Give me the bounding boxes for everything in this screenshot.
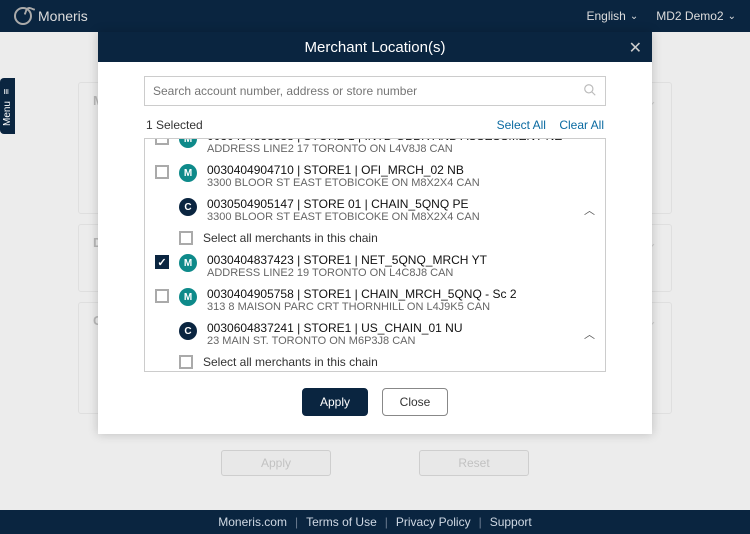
row-address: ADDRESS LINE2 19 TORONTO ON L4C8J8 CAN (207, 267, 595, 279)
row-address: 3300 BLOOR ST EAST ETOBICOKE ON M8X2X4 C… (207, 211, 574, 223)
row-text: 0030604837241 | STORE1 | US_CHAIN_01 NU2… (207, 321, 574, 347)
chain-subrow[interactable]: Select all merchants in this chain (145, 227, 605, 249)
merchant-locations-modal: Merchant Location(s) ✕ 1 Selected Select… (98, 32, 652, 434)
location-row[interactable]: ✓ M 0030404837423 | STORE1 | NET_5QNQ_MRCH… (145, 249, 605, 283)
select-chain-label: Select all merchants in this chain (203, 231, 378, 245)
selected-count: 1 Selected (146, 118, 203, 132)
side-menu-tab[interactable]: Menu ≡ (0, 78, 15, 134)
checkbox[interactable] (155, 138, 169, 145)
row-address: 313 8 MAISON PARC CRT THORNHILL ON L4J9K… (207, 301, 595, 313)
row-text: 0030404904710 | STORE1 | OFI_MRCH_02 NB3… (207, 163, 595, 189)
close-button[interactable]: Close (382, 388, 448, 416)
header-right: English⌄ MD2 Demo2⌄ (587, 9, 737, 23)
checkbox[interactable] (179, 231, 193, 245)
row-address: ADDRESS LINE2 17 TORONTO ON L4V8J8 CAN (207, 143, 595, 155)
row-title: 0030404905758 | STORE1 | CHAIN_MRCH_5QNQ… (207, 287, 595, 301)
chevron-down-icon: ⌄ (630, 11, 638, 22)
list-toolbar: 1 Selected Select All Clear All (144, 114, 606, 138)
locations-list[interactable]: M 0030404883338 | STORE 1 | INTD GBBR AND… (144, 138, 606, 372)
modal-body: 1 Selected Select All Clear All M 0030404… (98, 62, 652, 434)
row-title: 0030604837241 | STORE1 | US_CHAIN_01 NU (207, 321, 574, 335)
row-text: 0030404883338 | STORE 1 | INTD GBBR AND … (207, 138, 595, 155)
row-text: 0030404905758 | STORE1 | CHAIN_MRCH_5QNQ… (207, 287, 595, 313)
footer-link[interactable]: Support (490, 515, 532, 529)
brand: Moneris (14, 7, 88, 25)
chain-badge-icon: C (179, 198, 197, 216)
top-header: Moneris English⌄ MD2 Demo2⌄ (0, 0, 750, 32)
footer-link[interactable]: Privacy Policy (396, 515, 471, 529)
user-menu[interactable]: MD2 Demo2⌄ (656, 9, 736, 23)
location-row[interactable]: M 0030404904710 | STORE1 | OFI_MRCH_02 NB… (145, 159, 605, 193)
modal-footer: Apply Close (144, 388, 606, 416)
row-address: 23 MAIN ST. TORONTO ON M6P3J8 CAN (207, 335, 574, 347)
page-footer: Moneris.com| Terms of Use| Privacy Polic… (0, 510, 750, 534)
search-input[interactable] (153, 84, 583, 98)
checkbox[interactable] (155, 165, 169, 179)
merchant-badge-icon: M (179, 138, 197, 148)
modal-title: Merchant Location(s) (305, 39, 446, 56)
row-title: 0030504905147 | STORE 01 | CHAIN_5QNQ PE (207, 197, 574, 211)
chain-subrow[interactable]: Select all merchants in this chain (145, 351, 605, 372)
brand-name: Moneris (38, 8, 88, 24)
location-row[interactable]: C 0030504905147 | STORE 01 | CHAIN_5QNQ P… (145, 193, 605, 227)
chevron-up-icon[interactable]: ︿ (584, 202, 595, 218)
hamburger-icon: ≡ (2, 89, 13, 95)
language-selector[interactable]: English⌄ (587, 9, 639, 23)
footer-link[interactable]: Terms of Use (306, 515, 377, 529)
footer-link[interactable]: Moneris.com (218, 515, 287, 529)
row-address: 3300 BLOOR ST EAST ETOBICOKE ON M8X2X4 C… (207, 177, 595, 189)
menu-label: Menu (2, 101, 13, 126)
location-row[interactable]: C 0030604837241 | STORE1 | US_CHAIN_01 NU… (145, 317, 605, 351)
apply-button[interactable]: Apply (302, 388, 368, 416)
checkbox[interactable] (155, 289, 169, 303)
location-row[interactable]: M 0030404883338 | STORE 1 | INTD GBBR AND… (145, 138, 605, 159)
close-icon[interactable]: ✕ (629, 38, 642, 58)
search-icon (583, 83, 597, 100)
row-text: 0030504905147 | STORE 01 | CHAIN_5QNQ PE… (207, 197, 574, 223)
location-row[interactable]: M 0030404905758 | STORE1 | CHAIN_MRCH_5QN… (145, 283, 605, 317)
row-title: 0030404904710 | STORE1 | OFI_MRCH_02 NB (207, 163, 595, 177)
brand-logo-icon (14, 7, 32, 25)
chevron-up-icon[interactable]: ︿ (584, 326, 595, 342)
checkbox[interactable] (179, 355, 193, 369)
merchant-badge-icon: M (179, 164, 197, 182)
checkbox[interactable]: ✓ (155, 255, 169, 269)
search-field-wrap (144, 76, 606, 106)
merchant-badge-icon: M (179, 288, 197, 306)
clear-all-link[interactable]: Clear All (559, 118, 604, 132)
merchant-badge-icon: M (179, 254, 197, 272)
row-text: 0030404837423 | STORE1 | NET_5QNQ_MRCH Y… (207, 253, 595, 279)
select-all-link[interactable]: Select All (497, 118, 546, 132)
select-chain-label: Select all merchants in this chain (203, 355, 378, 369)
chevron-down-icon: ⌄ (728, 11, 736, 22)
row-title: 0030404837423 | STORE1 | NET_5QNQ_MRCH Y… (207, 253, 595, 267)
modal-header: Merchant Location(s) ✕ (98, 32, 652, 62)
chain-badge-icon: C (179, 322, 197, 340)
